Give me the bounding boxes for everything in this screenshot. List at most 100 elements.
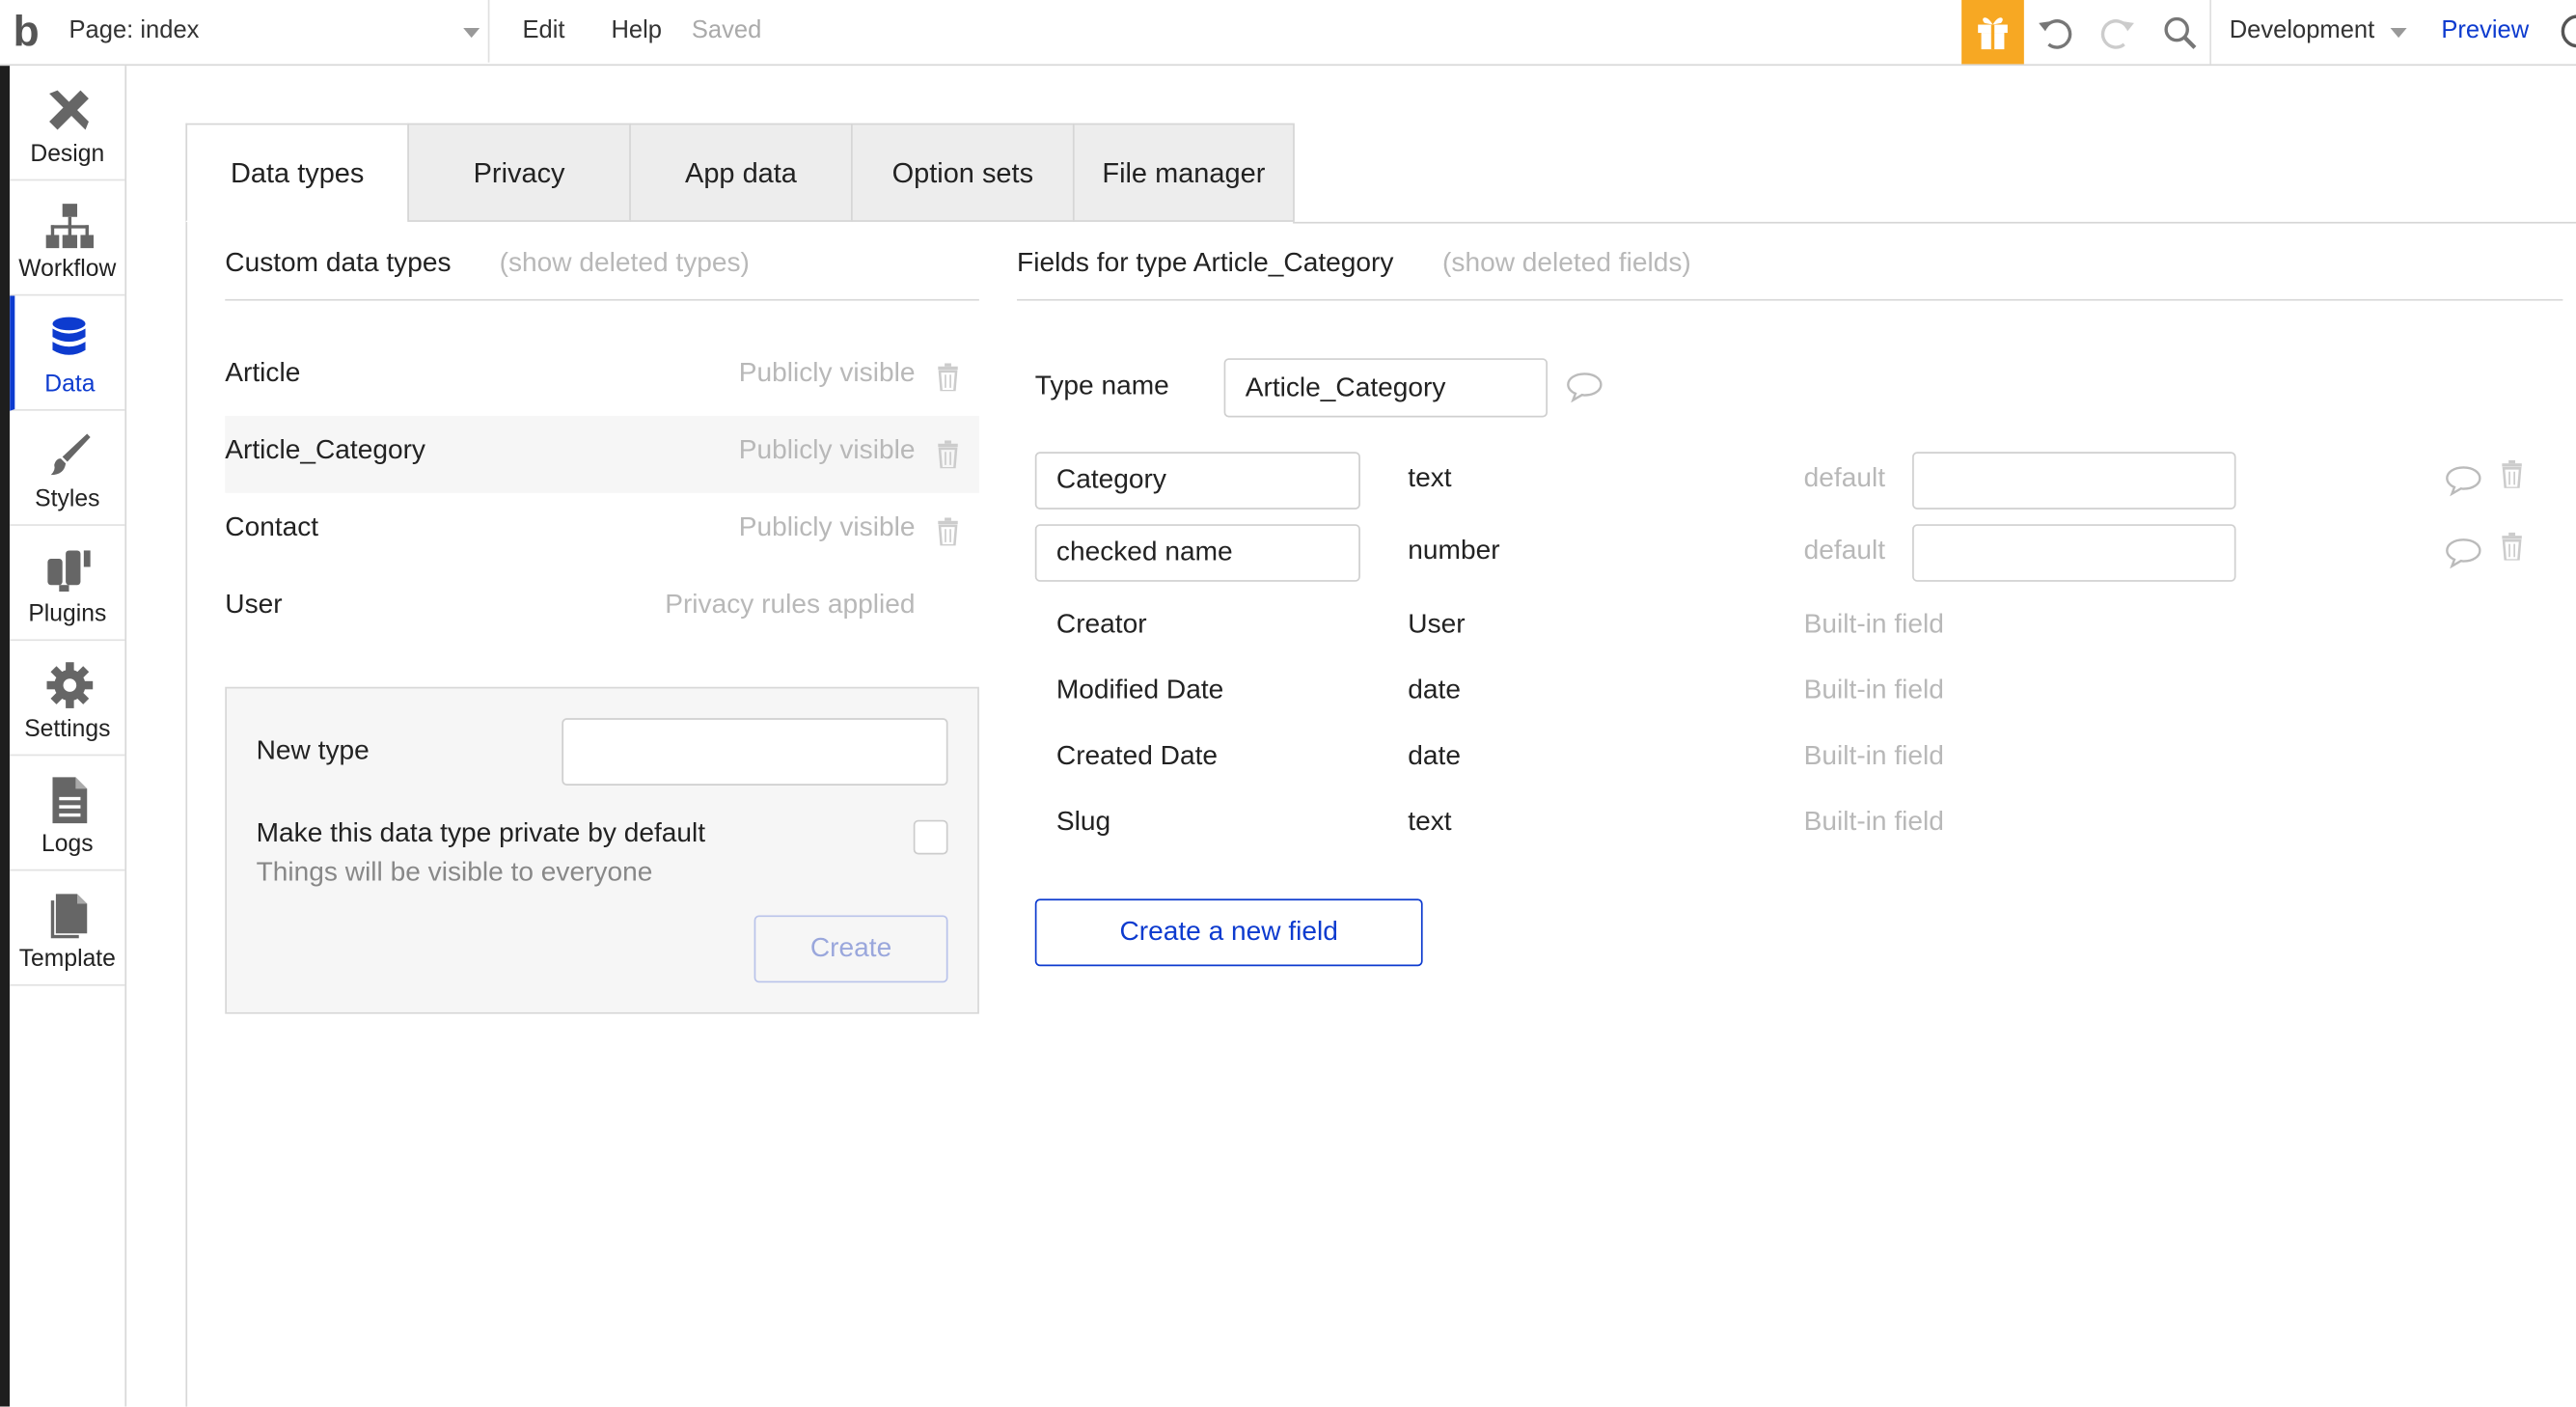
- sidebar-item-label: Template: [18, 946, 116, 974]
- type-name: Article: [225, 358, 301, 388]
- tab-baseline: [1293, 221, 2576, 224]
- sidebar-item-label: Settings: [24, 716, 111, 743]
- create-type-button[interactable]: Create: [754, 915, 948, 983]
- builtin-field-note: Built-in field: [1803, 807, 1944, 837]
- redo-button[interactable]: [2093, 9, 2142, 58]
- tab-app-data[interactable]: App data: [629, 123, 853, 222]
- builtin-field-type: date: [1408, 675, 1462, 705]
- sidebar-item-styles[interactable]: Styles: [10, 411, 125, 526]
- builtin-field-type: text: [1408, 807, 1452, 837]
- search-button[interactable]: [2155, 9, 2205, 58]
- copy-icon: [50, 894, 88, 939]
- undo-icon: [2039, 19, 2072, 49]
- default-value-input[interactable]: [1912, 524, 2236, 582]
- trash-icon[interactable]: [2501, 459, 2524, 488]
- sidebar-item-label: Workflow: [18, 256, 117, 283]
- divider: [2209, 0, 2211, 65]
- environment-selector[interactable]: Development: [2230, 0, 2419, 63]
- design-icon: [49, 90, 89, 130]
- sidebar-item-logs[interactable]: Logs: [10, 756, 125, 871]
- gift-button[interactable]: [1961, 0, 2024, 65]
- tab-file-manager[interactable]: File manager: [1072, 123, 1295, 222]
- sidebar-item-label: Logs: [41, 831, 94, 858]
- private-default-label: Make this data type private by default: [256, 817, 706, 848]
- tab-option-sets[interactable]: Option sets: [851, 123, 1075, 222]
- builtin-field-note: Built-in field: [1803, 740, 1944, 771]
- type-visibility: Publicly visible: [738, 512, 916, 542]
- preview-link[interactable]: Preview: [2441, 0, 2529, 63]
- default-value-input[interactable]: [1912, 452, 2236, 510]
- window-edge: [0, 0, 11, 1407]
- custom-types-heading: Custom data types: [225, 248, 452, 278]
- trash-icon[interactable]: [937, 440, 960, 469]
- sidebar-item-settings[interactable]: Settings: [10, 641, 125, 757]
- divider: [1017, 298, 2563, 301]
- type-visibility: Privacy rules applied: [665, 590, 916, 620]
- builtin-field-name: Creator: [1055, 609, 1147, 640]
- sidebar: Design Workflow Data Styles Plugins Sett…: [10, 66, 127, 1407]
- sidebar-item-label: Data: [44, 371, 96, 399]
- sidebar-item-data[interactable]: Data: [10, 295, 125, 411]
- show-deleted-types-link[interactable]: (show deleted types): [500, 248, 750, 279]
- type-name-input[interactable]: Article_Category: [1223, 358, 1548, 418]
- default-label: default: [1803, 463, 1886, 493]
- new-type-label: New type: [256, 735, 370, 766]
- gift-icon: [1978, 17, 2008, 50]
- builtin-field-type: User: [1408, 609, 1466, 640]
- menu-help[interactable]: Help: [611, 0, 662, 63]
- create-new-field-button[interactable]: Create a new field: [1034, 898, 1423, 967]
- type-row[interactable]: User Privacy rules applied: [225, 570, 979, 646]
- menu-edit[interactable]: Edit: [522, 0, 564, 63]
- divider: [225, 298, 979, 301]
- comment-icon[interactable]: [2445, 538, 2482, 569]
- chevron-down-icon: [2390, 27, 2407, 39]
- builtin-field-note: Built-in field: [1803, 675, 1944, 705]
- private-default-checkbox[interactable]: [913, 819, 948, 855]
- type-row[interactable]: Contact Publicly visible: [225, 493, 979, 568]
- type-row[interactable]: Article Publicly visible: [225, 339, 979, 414]
- account-avatar[interactable]: [2561, 14, 2576, 48]
- database-icon: [52, 317, 86, 355]
- plugin-icon: [47, 550, 91, 593]
- document-icon: [52, 777, 88, 824]
- save-status: Saved: [691, 16, 762, 44]
- type-name: Contact: [225, 512, 319, 542]
- tab-data-types[interactable]: Data types: [185, 123, 409, 222]
- field-name-input[interactable]: checked name: [1034, 524, 1360, 582]
- sidebar-item-label: Plugins: [28, 601, 107, 628]
- environment-label: Development: [2229, 16, 2375, 44]
- default-label: default: [1803, 536, 1886, 566]
- builtin-field-name: Modified Date: [1055, 675, 1224, 705]
- page-selector[interactable]: Page: index: [59, 0, 490, 63]
- sidebar-item-template[interactable]: Template: [10, 870, 125, 986]
- show-deleted-fields-link[interactable]: (show deleted fields): [1442, 248, 1691, 279]
- builtin-field-name: Slug: [1055, 807, 1111, 837]
- bubble-logo[interactable]: b: [14, 3, 40, 59]
- builtin-field-name: Created Date: [1055, 740, 1219, 771]
- undo-button[interactable]: [2031, 9, 2080, 58]
- field-type[interactable]: text: [1408, 463, 1451, 494]
- sidebar-item-design[interactable]: Design: [10, 66, 125, 181]
- sidebar-item-workflow[interactable]: Workflow: [10, 180, 125, 296]
- trash-icon[interactable]: [2501, 532, 2524, 561]
- field-type[interactable]: number: [1408, 536, 1499, 566]
- sidebar-item-label: Styles: [35, 486, 100, 513]
- top-bar: b Page: index Edit Help Saved Developmen…: [0, 0, 2576, 67]
- new-type-box: New type Make this data type private by …: [225, 686, 979, 1014]
- builtin-field-type: date: [1408, 740, 1462, 771]
- private-default-hint: Things will be visible to everyone: [256, 857, 653, 888]
- type-row-selected[interactable]: Article_Category Publicly visible: [225, 415, 979, 493]
- type-name: Article_Category: [225, 435, 425, 465]
- sidebar-item-plugins[interactable]: Plugins: [10, 526, 125, 642]
- trash-icon[interactable]: [937, 517, 960, 546]
- trash-icon[interactable]: [937, 363, 960, 392]
- comment-icon[interactable]: [1566, 372, 1603, 403]
- tab-privacy[interactable]: Privacy: [407, 123, 631, 222]
- comment-icon[interactable]: [2445, 465, 2482, 497]
- new-type-input[interactable]: [562, 718, 948, 786]
- gear-icon: [46, 662, 94, 708]
- brush-icon: [50, 433, 91, 476]
- redo-icon: [2100, 19, 2134, 49]
- type-name: User: [225, 590, 283, 620]
- field-name-input[interactable]: Category: [1034, 452, 1360, 510]
